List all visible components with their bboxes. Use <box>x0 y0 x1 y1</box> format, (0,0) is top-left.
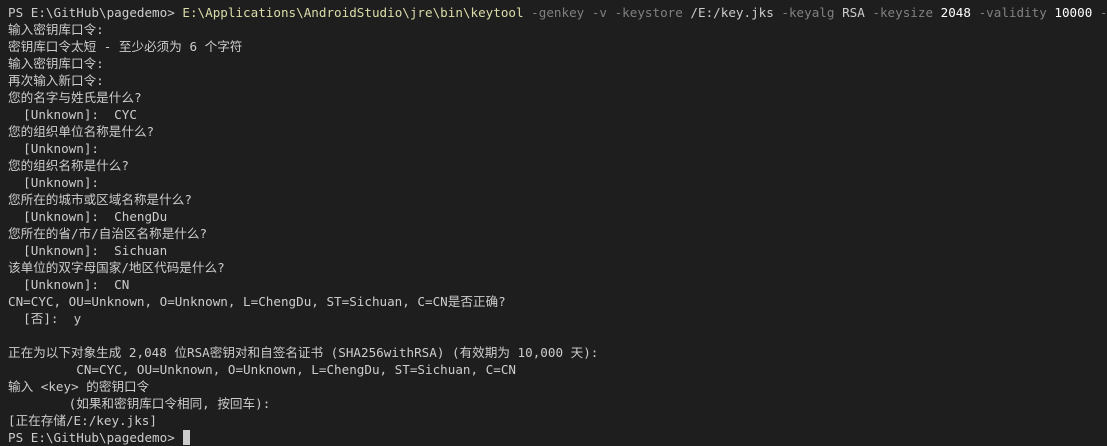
terminal-segment: 您的名字与姓氏是什么? <box>8 90 142 105</box>
terminal-segment: /E:/key.jks <box>690 5 774 20</box>
terminal-line: [Unknown]: CYC <box>8 106 1107 123</box>
terminal-segment: 输入密钥库口令: <box>8 56 104 71</box>
terminal-line: CN=CYC, OU=Unknown, O=Unknown, L=ChengDu… <box>8 293 1107 310</box>
terminal-segment: 您所在的城市或区域名称是什么? <box>8 192 192 207</box>
terminal-segment: -keysize <box>864 5 941 20</box>
terminal-line: [Unknown]: ChengDu <box>8 208 1107 225</box>
terminal-line: PS E:\GitHub\pagedemo> E:\Applications\A… <box>8 4 1107 21</box>
terminal-segment: RSA <box>842 5 865 20</box>
terminal-segment: 您的组织名称是什么? <box>8 158 129 173</box>
terminal-line: 您所在的省/市/自治区名称是什么? <box>8 225 1107 242</box>
terminal-line: 再次输入新口令: <box>8 72 1107 89</box>
terminal-segment: -validity <box>970 5 1055 20</box>
terminal-segment: 密钥库口令太短 - 至少必须为 6 个字符 <box>8 39 243 54</box>
terminal-segment: 输入 <key> 的密钥口令 <box>8 379 150 394</box>
terminal-segment: E:\Applications\AndroidStudio\jre\bin\ke… <box>182 5 524 20</box>
terminal-segment: 您的组织单位名称是什么? <box>8 124 155 139</box>
terminal-line: CN=CYC, OU=Unknown, O=Unknown, L=ChengDu… <box>8 361 1107 378</box>
terminal-line: [否]: y <box>8 310 1107 327</box>
terminal-line: [Unknown]: <box>8 174 1107 191</box>
terminal-segment: [Unknown]: ChengDu <box>8 209 168 224</box>
terminal-segment: 2048 <box>940 5 971 20</box>
terminal-line: 正在为以下对象生成 2,048 位RSA密钥对和自签名证书 (SHA256wit… <box>8 344 1107 361</box>
terminal-segment: CN=CYC, OU=Unknown, O=Unknown, L=ChengDu… <box>8 362 516 377</box>
terminal-segment: [Unknown]: <box>8 141 99 156</box>
terminal-segment: 10000 <box>1054 5 1093 20</box>
prompt-line: PS E:\GitHub\pagedemo> <box>8 429 1107 446</box>
terminal-output[interactable]: PS E:\GitHub\pagedemo> E:\Applications\A… <box>0 0 1107 446</box>
terminal-segment: [否]: y <box>8 311 82 326</box>
terminal-segment: [正在存储/E:/key.jks] <box>8 413 157 428</box>
terminal-segment: [Unknown]: CYC <box>8 107 137 122</box>
terminal-segment: 该单位的双字母国家/地区代码是什么? <box>8 260 225 275</box>
terminal-segment: [Unknown]: CN <box>8 277 130 292</box>
terminal-line: (如果和密钥库口令相同, 按回车): <box>8 395 1107 412</box>
terminal-segment: PS E:\GitHub\pagedemo> <box>8 430 183 445</box>
terminal-line: 您的名字与姓氏是什么? <box>8 89 1107 106</box>
terminal-segment: PS E:\GitHub\pagedemo> <box>8 5 183 20</box>
terminal-line: 您的组织单位名称是什么? <box>8 123 1107 140</box>
terminal-segment: -alias <box>1099 5 1107 20</box>
terminal-line: 输入密钥库口令: <box>8 21 1107 38</box>
terminal-segment: -keyalg <box>773 5 843 20</box>
terminal-segment: 正在为以下对象生成 2,048 位RSA密钥对和自签名证书 (SHA256wit… <box>8 345 599 360</box>
terminal-segment: [Unknown]: Sichuan <box>8 243 168 258</box>
terminal-segment: 再次输入新口令: <box>8 73 104 88</box>
text-cursor[interactable] <box>183 430 191 445</box>
terminal-segment: CN=CYC, OU=Unknown, O=Unknown, L=ChengDu… <box>8 294 506 309</box>
terminal-line: [Unknown]: Sichuan <box>8 242 1107 259</box>
terminal-line: [Unknown]: <box>8 140 1107 157</box>
terminal-line: [正在存储/E:/key.jks] <box>8 412 1107 429</box>
terminal-line: 您的组织名称是什么? <box>8 157 1107 174</box>
terminal-segment: -genkey -v -keystore <box>523 5 691 20</box>
terminal-line: [Unknown]: CN <box>8 276 1107 293</box>
terminal-line: 输入密钥库口令: <box>8 55 1107 72</box>
terminal-line: 您所在的城市或区域名称是什么? <box>8 191 1107 208</box>
terminal-segment: [Unknown]: <box>8 175 99 190</box>
terminal-line: 密钥库口令太短 - 至少必须为 6 个字符 <box>8 38 1107 55</box>
terminal-line: 输入 <key> 的密钥口令 <box>8 378 1107 395</box>
terminal-segment: 输入密钥库口令: <box>8 22 104 37</box>
terminal-segment: (如果和密钥库口令相同, 按回车): <box>8 396 271 411</box>
terminal-segment: 您所在的省/市/自治区名称是什么? <box>8 226 208 241</box>
terminal-line: 该单位的双字母国家/地区代码是什么? <box>8 259 1107 276</box>
